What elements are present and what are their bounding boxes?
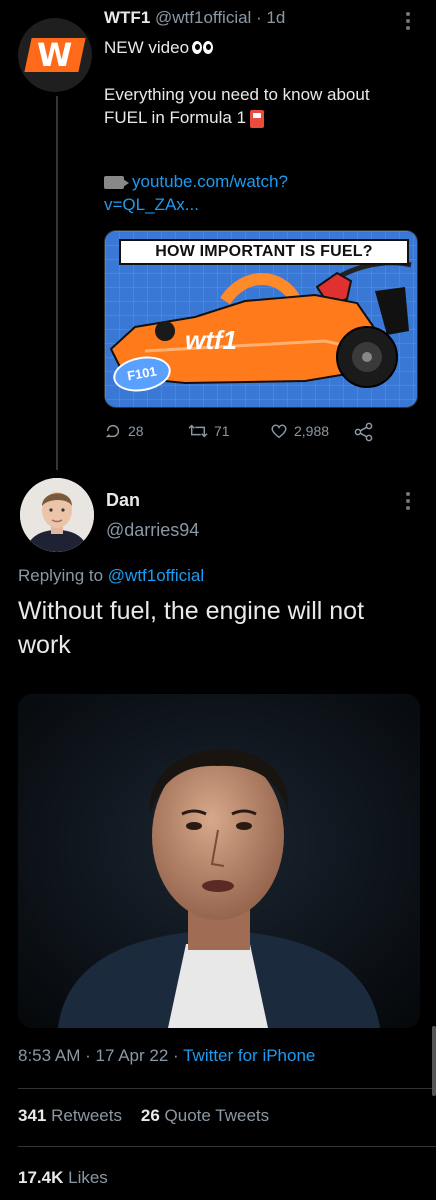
link-line1: youtube.com/watch?	[132, 172, 288, 191]
retweets-stat[interactable]: 341 Retweets	[18, 1106, 122, 1125]
scrollbar[interactable]	[432, 1026, 436, 1096]
retweet-button[interactable]: 71	[188, 422, 230, 440]
replying-to-link[interactable]: @wtf1official	[108, 566, 204, 585]
divider	[18, 1146, 436, 1147]
thumbnail-brand: wtf1	[185, 325, 237, 355]
parent-handle-time[interactable]: @wtf1official · 1d	[155, 8, 285, 27]
replying-prefix: Replying to	[18, 566, 104, 585]
more-options-icon[interactable]	[406, 12, 410, 30]
parent-text-line3: FUEL in Formula 1	[104, 108, 247, 128]
parent-text-line2: Everything you need to know about	[104, 85, 370, 105]
tweet-date[interactable]: 17 Apr 22	[96, 1046, 169, 1065]
likes-count: 17.4K	[18, 1168, 64, 1187]
quote-label: Quote Tweets	[164, 1106, 270, 1125]
retweet-count: 71	[214, 423, 230, 439]
share-button[interactable]	[354, 422, 374, 442]
quote-count: 26	[140, 1106, 160, 1125]
wtf1-avatar[interactable]: W	[18, 18, 92, 92]
parent-tweet-text: NEW video Everything you need to know ab…	[104, 36, 424, 129]
wtf1-logo: W	[24, 36, 86, 74]
share-icon	[354, 422, 373, 442]
engagement-stats: 341 Retweets 26 Quote Tweets	[18, 1106, 269, 1126]
dan-avatar-portrait	[20, 478, 94, 552]
main-tweet-text: Without fuel, the engine will not work	[18, 597, 365, 659]
eyes-emoji-icon	[192, 37, 214, 60]
tweet-meta: 8:53 AM · 17 Apr 22 · Twitter for iPhone	[18, 1046, 316, 1065]
quote-tweets-stat[interactable]: 26 Quote Tweets	[141, 1106, 269, 1125]
tweet-source[interactable]: Twitter for iPhone	[183, 1046, 315, 1065]
tweet-photo-portrait	[18, 694, 420, 1028]
parent-tweet[interactable]: W WTF1 @wtf1official · 1d NEW video Ever…	[0, 0, 436, 470]
tweet-time[interactable]: 8:53 AM	[18, 1046, 80, 1065]
retweets-label: Retweets	[51, 1106, 122, 1125]
tweet-photo[interactable]	[18, 694, 420, 1028]
fuel-pump-emoji-icon	[250, 109, 265, 128]
link-line2: v=QL_ZAx...	[104, 195, 199, 214]
dan-display-name[interactable]: Dan	[106, 490, 140, 511]
like-count: 2,988	[294, 423, 330, 439]
parent-tweet-header: WTF1 @wtf1official · 1d	[104, 8, 285, 28]
main-more-options-icon[interactable]	[406, 492, 410, 510]
dan-handle[interactable]: @darries94	[106, 520, 199, 541]
reply-count: 28	[128, 423, 144, 439]
dan-avatar[interactable]	[20, 478, 94, 552]
youtube-link[interactable]: youtube.com/watch? v=QL_ZAx...	[104, 170, 404, 216]
thread-line	[56, 96, 58, 470]
likes-stat[interactable]: 17.4K Likes	[18, 1168, 108, 1188]
retweet-icon	[188, 424, 208, 438]
parent-text-line1: NEW video	[104, 38, 190, 57]
reply-icon	[105, 424, 120, 438]
retweets-count: 341	[18, 1106, 47, 1125]
divider	[18, 1088, 436, 1089]
likes-label: Likes	[68, 1168, 108, 1187]
reply-button[interactable]: 28	[104, 422, 144, 440]
heart-icon	[271, 424, 287, 439]
replying-to: Replying to @wtf1official	[18, 566, 204, 586]
movie-camera-emoji-icon	[104, 176, 129, 190]
like-button[interactable]: 2,988	[270, 422, 329, 440]
parent-display-name[interactable]: WTF1	[104, 8, 150, 27]
video-thumbnail[interactable]: HOW IMPORTANT IS FUEL? wtf1 F101	[104, 230, 418, 408]
thumbnail-title: HOW IMPORTANT IS FUEL?	[119, 239, 409, 265]
parent-actions: 28 71 2,988	[104, 422, 404, 446]
